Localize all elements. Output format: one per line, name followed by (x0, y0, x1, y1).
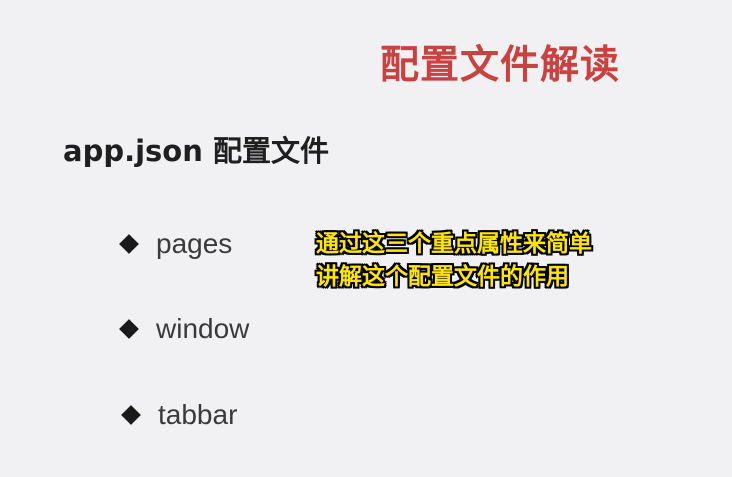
diamond-bullet-icon (121, 405, 141, 425)
section-heading: app.json 配置文件 (63, 134, 329, 168)
slide-title: 配置文件解读 (380, 43, 621, 88)
diamond-bullet-icon (119, 234, 139, 254)
bullet-label: pages (156, 228, 233, 259)
bullet-label: window (156, 313, 250, 344)
caption-line-2: 讲解这个配置文件的作用 (316, 264, 569, 290)
bullet-item-tabbar: tabbar (121, 399, 238, 431)
bullet-item-window: window (119, 313, 250, 345)
caption-line-1: 通过这三个重点属性来简单 (316, 231, 592, 257)
subtitle-caption: 通过这三个重点属性来简单 讲解这个配置文件的作用 (316, 228, 592, 294)
diamond-bullet-icon (119, 319, 139, 339)
bullet-item-pages: pages (119, 228, 233, 260)
slide: 配置文件解读 app.json 配置文件 pages window tabbar… (0, 0, 732, 477)
bullet-label: tabbar (158, 399, 238, 430)
